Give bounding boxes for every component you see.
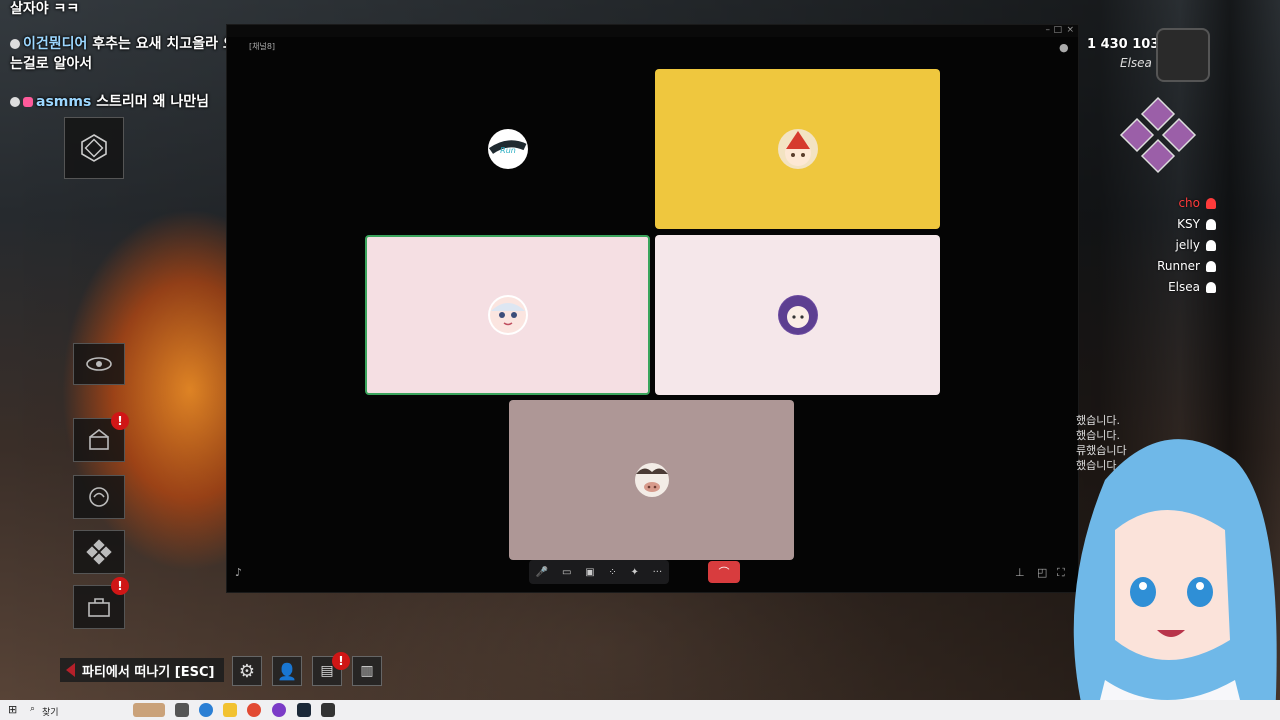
- maximize-icon[interactable]: □: [1053, 25, 1062, 35]
- taskbar: ⊞ ⌕ 찾기: [0, 700, 1280, 720]
- window-titlebar: [227, 25, 1078, 37]
- player-list: cho KSY jelly Runner Elsea: [1157, 193, 1216, 298]
- screen-share-icon[interactable]: ▣: [585, 567, 594, 578]
- avatar: [777, 295, 818, 335]
- heart-badge-icon: [23, 97, 33, 107]
- perk-slot-3[interactable]: [73, 530, 125, 574]
- game-icon[interactable]: [321, 703, 335, 717]
- player-status-icon: [1206, 282, 1216, 293]
- close-icon[interactable]: ×: [1066, 25, 1074, 35]
- camera-icon[interactable]: ▭: [562, 567, 571, 578]
- perk-slot-2[interactable]: [73, 475, 125, 519]
- score-value: 1 430 103: [1087, 37, 1160, 52]
- pin-icon[interactable]: ⊥: [1015, 566, 1025, 579]
- alert-badge-icon: !: [332, 652, 350, 670]
- settings-button[interactable]: ⚙: [232, 656, 262, 686]
- player-name: Elsea: [1168, 280, 1200, 294]
- player-row: jelly: [1157, 235, 1216, 256]
- participant-tile-4[interactable]: [655, 235, 940, 395]
- participant-tile-2[interactable]: [655, 69, 940, 229]
- hands-icon: [89, 487, 109, 507]
- diamonds-icon: [86, 539, 112, 565]
- search-icon[interactable]: ⌕: [30, 704, 35, 714]
- steam-icon[interactable]: [297, 703, 311, 717]
- avatar: [632, 460, 672, 500]
- search-label[interactable]: 찾기: [42, 705, 59, 718]
- windows-start-icon[interactable]: ⊞: [8, 703, 17, 716]
- player-status-icon: [1206, 240, 1216, 251]
- player-row: cho: [1157, 193, 1216, 214]
- chat-message-3: asmms 스트리머 왜 나만님: [10, 91, 209, 111]
- app-thumbnail-icon[interactable]: [133, 703, 165, 717]
- edge-browser-icon[interactable]: [199, 703, 213, 717]
- leave-party-label: 파티에서 떠나기 [ESC]: [82, 664, 215, 680]
- profile-button[interactable]: 👤: [272, 656, 302, 686]
- player-status-icon: [1206, 198, 1216, 209]
- obs-icon[interactable]: [272, 703, 286, 717]
- chat-username: asmms: [36, 94, 92, 110]
- player-name: Runner: [1157, 259, 1200, 273]
- more-button[interactable]: ···: [653, 567, 663, 578]
- task-view-icon[interactable]: [175, 703, 189, 717]
- fortress-icon: [89, 428, 109, 450]
- player-row: Elsea: [1157, 277, 1216, 298]
- chat-badge-icon: [10, 39, 20, 49]
- voice-call-window: – □ × [채널8] ● Run ♪ 🎤 ▭ ▣ ⁘ ✦ ··· ⌒ ⊥ ◰ …: [226, 24, 1079, 593]
- user-icon: 👤: [277, 661, 297, 681]
- chrome-icon[interactable]: [247, 703, 261, 717]
- bar-chart-icon: ▥: [360, 663, 374, 679]
- chat-text: 살자야 ㅋㅋ: [10, 1, 80, 17]
- participant-tile-3[interactable]: [365, 235, 650, 395]
- score-player: Elsea: [1120, 56, 1152, 70]
- player-name: KSY: [1177, 217, 1200, 231]
- mic-icon[interactable]: 🎤: [536, 567, 548, 578]
- call-toolbar: 🎤 ▭ ▣ ⁘ ✦ ···: [529, 560, 669, 584]
- svg-text:Run: Run: [500, 146, 516, 155]
- alert-badge-icon: !: [111, 412, 129, 430]
- alert-badge-icon: !: [111, 577, 129, 595]
- perk-slot-eye[interactable]: [73, 343, 125, 385]
- chat-bubble-icon[interactable]: ●: [1059, 41, 1069, 54]
- hangup-icon: ⌒: [718, 566, 730, 579]
- perk-diamonds-icon: [1119, 96, 1197, 174]
- chat-badge-icon: [10, 97, 20, 107]
- activities-icon[interactable]: ⁘: [608, 567, 616, 578]
- eye-icon: [86, 357, 112, 371]
- player-status-icon: [1206, 219, 1216, 230]
- chat-username: 이건뭔디어: [23, 36, 88, 52]
- leave-party-button[interactable]: 파티에서 떠나기 [ESC]: [60, 658, 225, 682]
- hangup-button[interactable]: ⌒: [708, 561, 740, 583]
- chat-text: 스트리머 왜 나만님: [96, 94, 209, 110]
- player-name: cho: [1178, 196, 1200, 210]
- effects-icon[interactable]: ✦: [630, 567, 638, 578]
- channel-label: [채널8]: [249, 42, 276, 51]
- avatar: Run: [487, 129, 528, 169]
- avatar: [487, 295, 528, 335]
- stats-button[interactable]: ▥: [352, 656, 382, 686]
- hexagon-item-icon: [81, 134, 107, 162]
- toolbox-icon: [88, 598, 110, 617]
- item-slot[interactable]: [64, 117, 124, 179]
- minimize-icon[interactable]: –: [1046, 25, 1051, 35]
- chat-message-2: 이건뭔디어 후추는 요새 치고올라 오는걸로 알아서: [10, 34, 240, 74]
- store-icon: ▤: [320, 663, 334, 679]
- soundboard-icon[interactable]: ♪: [235, 566, 242, 579]
- avatar: [777, 129, 818, 169]
- chat-message-1: 살자야 ㅋㅋ: [10, 0, 79, 18]
- player-row: Runner: [1157, 256, 1216, 277]
- vtuber-avatar: [1073, 439, 1277, 720]
- player-row: KSY: [1157, 214, 1216, 235]
- player-status-icon: [1206, 261, 1216, 272]
- participant-tile-1[interactable]: Run: [365, 69, 650, 229]
- player-portrait: [1156, 28, 1210, 82]
- participant-tile-5[interactable]: [509, 400, 794, 560]
- player-name: jelly: [1175, 238, 1201, 252]
- file-explorer-icon[interactable]: [223, 703, 237, 717]
- gear-icon: ⚙: [238, 660, 256, 682]
